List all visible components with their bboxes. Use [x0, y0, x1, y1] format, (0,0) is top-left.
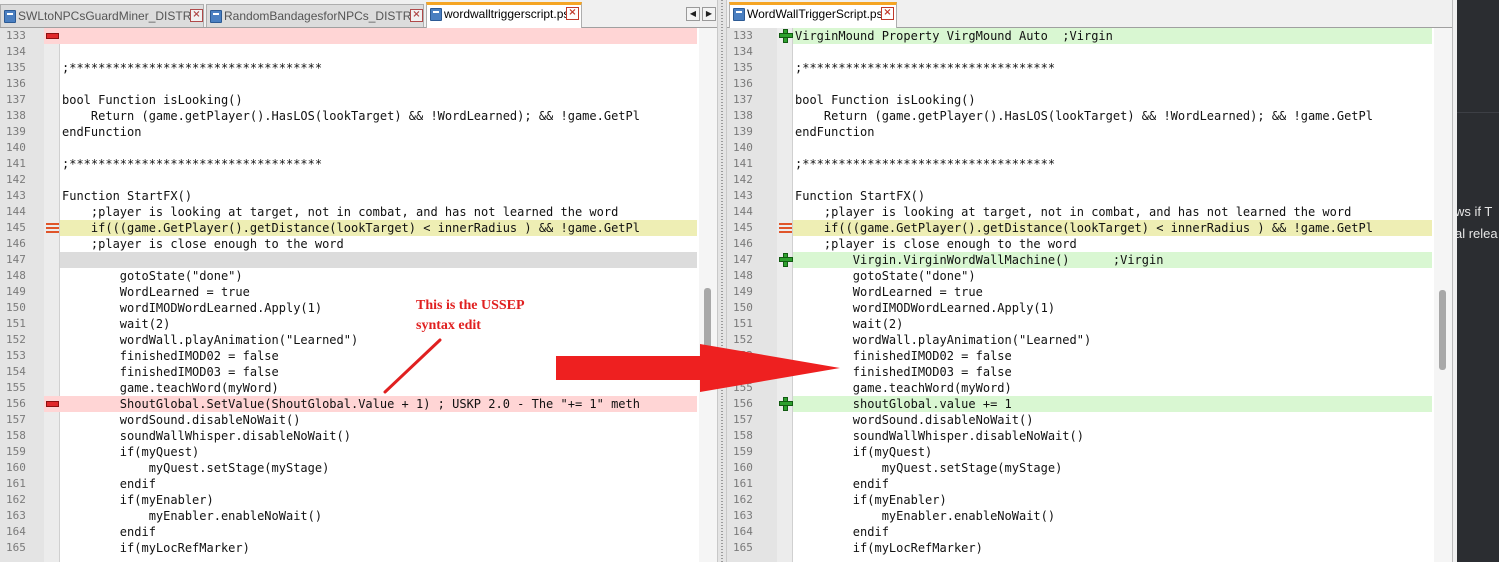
annotation-line: syntax edit: [416, 318, 481, 333]
red-arrow-icon: [556, 344, 840, 392]
annotation-pointer-line: [383, 338, 442, 394]
annotation-note: This is the USSEP syntax edit: [416, 296, 525, 336]
annotation-overlay: [383, 338, 840, 394]
annotation-line: This is the USSEP: [416, 298, 525, 313]
